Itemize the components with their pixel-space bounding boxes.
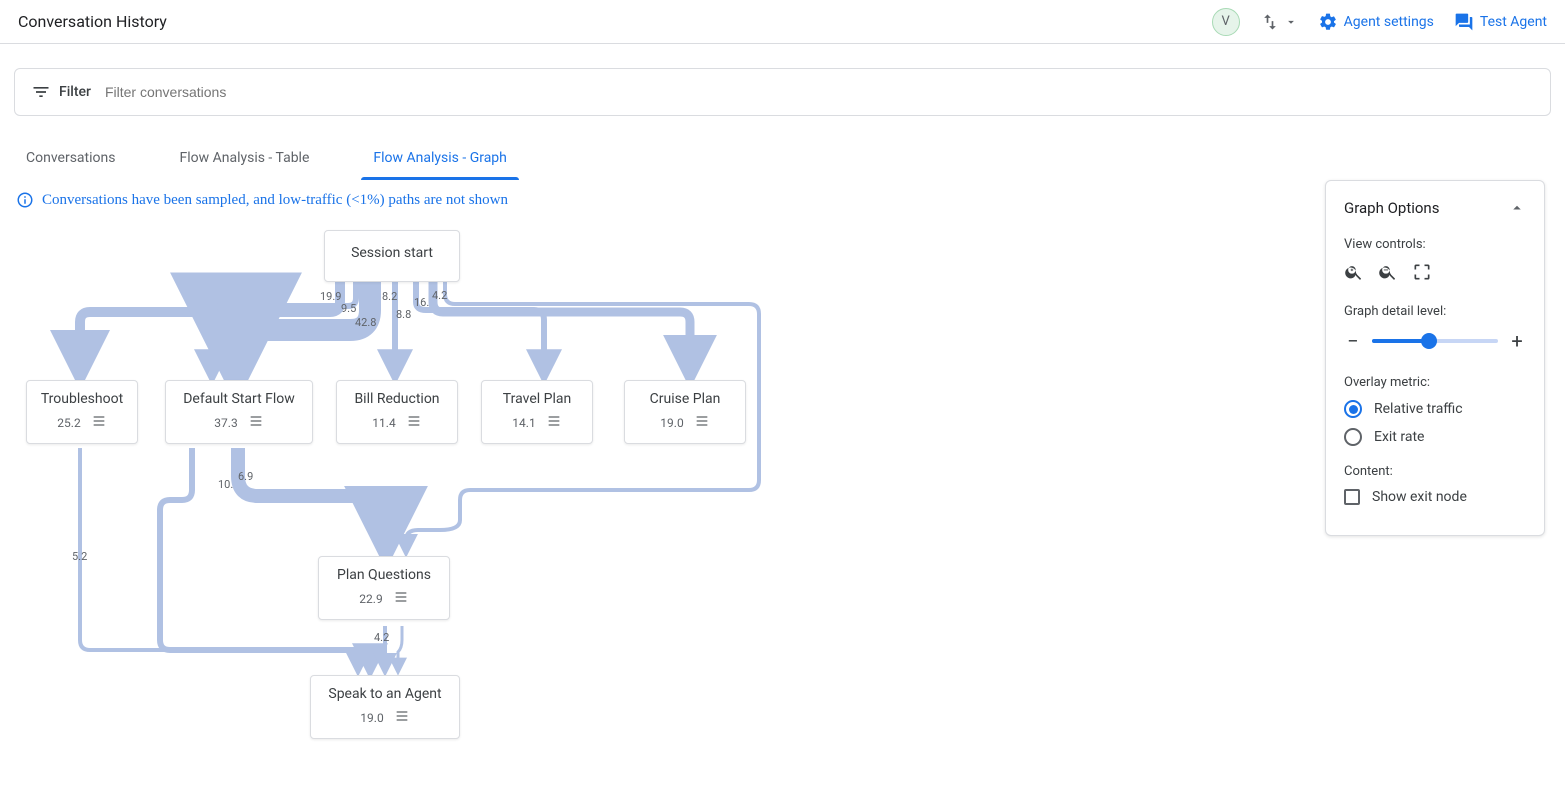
- detail-slider[interactable]: [1372, 339, 1498, 343]
- node-default-start-flow[interactable]: Default Start Flow 37.3: [165, 380, 313, 444]
- edge-label: 19.9: [320, 290, 341, 303]
- node-title: Plan Questions: [337, 567, 431, 583]
- node-metric: 11.4: [372, 416, 395, 430]
- edge-label: 16.: [414, 296, 429, 309]
- avatar-letter: V: [1222, 14, 1230, 29]
- detail-decrease[interactable]: −: [1344, 329, 1362, 353]
- test-agent-label: Test Agent: [1480, 14, 1547, 30]
- radio-label: Relative traffic: [1374, 401, 1463, 417]
- node-session-start[interactable]: Session start: [324, 230, 460, 282]
- node-title: Travel Plan: [503, 391, 571, 407]
- node-title: Bill Reduction: [354, 391, 439, 407]
- radio-icon: [1344, 428, 1362, 446]
- node-title: Troubleshoot: [41, 391, 123, 407]
- check-show-exit-node[interactable]: Show exit node: [1344, 489, 1526, 505]
- overlay-metric-label: Overlay metric:: [1344, 375, 1526, 390]
- filter-icon: [31, 82, 51, 102]
- graph-options-panel: Graph Options View controls: Graph detai…: [1325, 180, 1545, 536]
- panel-title: Graph Options: [1344, 199, 1439, 217]
- chevron-up-icon[interactable]: [1508, 199, 1526, 217]
- fit-screen-icon[interactable]: [1412, 262, 1432, 282]
- chevron-down-icon: [1284, 15, 1298, 29]
- gear-icon: [1318, 12, 1338, 32]
- radio-exit-rate[interactable]: Exit rate: [1344, 428, 1526, 446]
- edge-label: 9.5: [341, 302, 356, 315]
- edge-label: 42.8: [355, 316, 376, 329]
- panel-header[interactable]: Graph Options: [1344, 199, 1526, 217]
- edge-label: 10.: [218, 478, 233, 491]
- agent-settings-label: Agent settings: [1344, 14, 1434, 30]
- tabs: Conversations Flow Analysis - Table Flow…: [0, 140, 1565, 181]
- content-label: Content:: [1344, 464, 1526, 479]
- publish-button[interactable]: [1260, 12, 1298, 32]
- radio-label: Exit rate: [1374, 429, 1424, 445]
- detail-increase[interactable]: +: [1508, 329, 1526, 353]
- tab-flow-graph[interactable]: Flow Analysis - Graph: [361, 140, 519, 180]
- edge-label: 4.2: [374, 631, 389, 644]
- slider-thumb[interactable]: [1421, 333, 1437, 349]
- test-agent-button[interactable]: Test Agent: [1454, 12, 1547, 32]
- swap-vert-icon: [1260, 12, 1280, 32]
- chat-icon: [1454, 12, 1474, 32]
- tab-flow-table[interactable]: Flow Analysis - Table: [167, 140, 321, 180]
- node-troubleshoot[interactable]: Troubleshoot 25.2: [26, 380, 138, 444]
- node-metric: 37.3: [214, 416, 237, 430]
- node-metric: 14.1: [512, 416, 535, 430]
- info-icon: [16, 191, 34, 209]
- node-title: Session start: [351, 245, 433, 261]
- view-controls: [1344, 262, 1526, 282]
- page-title: Conversation History: [18, 12, 1212, 31]
- avatar[interactable]: V: [1212, 8, 1240, 36]
- header-actions: V Agent settings Test Agent: [1212, 8, 1547, 36]
- edge-label: 8.2: [382, 290, 397, 303]
- flow-canvas[interactable]: Session start Troubleshoot 25.2 Default …: [0, 210, 1290, 800]
- node-metric: 25.2: [57, 416, 80, 430]
- filter-label: Filter: [59, 84, 91, 100]
- node-title: Default Start Flow: [183, 391, 295, 407]
- list-icon[interactable]: [91, 413, 107, 433]
- filter-label-group: Filter: [31, 82, 91, 102]
- filter-input[interactable]: [105, 84, 1534, 100]
- edge-label: 4.2: [432, 289, 447, 302]
- node-cruise-plan[interactable]: Cruise Plan 19.0: [624, 380, 746, 444]
- node-title: Cruise Plan: [650, 391, 721, 407]
- node-metric: 19.0: [360, 711, 383, 725]
- app-header: Conversation History V Agent settings Te…: [0, 0, 1565, 44]
- edge-label: 6.9: [238, 470, 253, 483]
- node-speak-agent[interactable]: Speak to an Agent 19.0: [310, 675, 460, 739]
- check-label: Show exit node: [1372, 489, 1467, 505]
- zoom-out-icon[interactable]: [1378, 262, 1398, 282]
- list-icon[interactable]: [694, 413, 710, 433]
- radio-relative-traffic[interactable]: Relative traffic: [1344, 400, 1526, 418]
- list-icon[interactable]: [546, 413, 562, 433]
- node-metric: 19.0: [660, 416, 683, 430]
- node-title: Speak to an Agent: [328, 686, 441, 702]
- node-metric: 22.9: [359, 592, 382, 606]
- view-controls-label: View controls:: [1344, 237, 1526, 252]
- node-travel-plan[interactable]: Travel Plan 14.1: [481, 380, 593, 444]
- info-text: Conversations have been sampled, and low…: [42, 192, 508, 209]
- list-icon[interactable]: [248, 413, 264, 433]
- checkbox-icon: [1344, 489, 1360, 505]
- zoom-in-icon[interactable]: [1344, 262, 1364, 282]
- node-plan-questions[interactable]: Plan Questions 22.9: [318, 556, 450, 620]
- list-icon[interactable]: [394, 708, 410, 728]
- detail-slider-row: − +: [1344, 329, 1526, 353]
- flow-edges-svg: [0, 210, 1290, 800]
- edge-label: 8.8: [396, 308, 411, 321]
- radio-icon: [1344, 400, 1362, 418]
- node-bill-reduction[interactable]: Bill Reduction 11.4: [336, 380, 458, 444]
- detail-level-label: Graph detail level:: [1344, 304, 1526, 319]
- agent-settings-button[interactable]: Agent settings: [1318, 12, 1434, 32]
- tab-conversations[interactable]: Conversations: [14, 140, 127, 180]
- list-icon[interactable]: [406, 413, 422, 433]
- list-icon[interactable]: [393, 589, 409, 609]
- filter-bar: Filter: [14, 68, 1551, 116]
- edge-label: 5.2: [72, 550, 87, 563]
